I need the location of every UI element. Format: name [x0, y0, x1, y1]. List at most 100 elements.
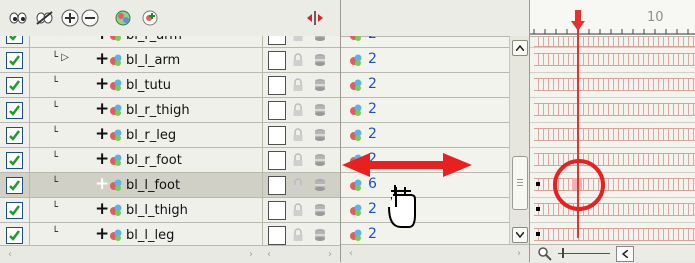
frame-cells[interactable]	[534, 128, 695, 141]
scroll-left-icon[interactable]	[616, 246, 634, 262]
layer-color-swatch[interactable]	[268, 51, 286, 70]
layer-row[interactable]: └ + bl_tutu	[0, 73, 340, 98]
timeline-row[interactable]	[530, 48, 695, 73]
zoom-icon[interactable]	[538, 247, 552, 261]
timeline-row[interactable]	[530, 36, 695, 48]
add-layer-icon[interactable]	[60, 9, 80, 27]
expand-plus-icon[interactable]: +	[95, 224, 109, 244]
drawing-column-cell[interactable]: 2	[341, 48, 510, 73]
lock-icon[interactable]	[292, 36, 304, 45]
layer-color-swatch[interactable]	[268, 201, 286, 220]
zoom-slider-handle[interactable]	[562, 248, 564, 258]
layer-enable-checkbox[interactable]	[6, 77, 23, 94]
zoom-slider[interactable]	[558, 253, 610, 254]
layer-color-swatch[interactable]	[268, 36, 286, 45]
database-icon[interactable]	[314, 228, 326, 245]
peg-icon[interactable]	[113, 9, 133, 27]
layer-row[interactable]: └ + bl_l_leg	[0, 223, 340, 245]
database-icon[interactable]	[314, 128, 326, 145]
collapse-columns-icon[interactable]	[305, 9, 325, 27]
drawing-number[interactable]: 2	[368, 51, 377, 67]
drawing-number[interactable]: 2	[368, 101, 377, 117]
layer-color-swatch[interactable]	[268, 176, 286, 195]
database-icon[interactable]	[314, 203, 326, 220]
layer-color-swatch[interactable]	[268, 151, 286, 170]
drawing-number[interactable]: 2	[368, 36, 377, 42]
keyframe-marker[interactable]	[536, 182, 540, 186]
show-all-icon[interactable]	[8, 9, 28, 27]
lock-icon[interactable]	[292, 228, 304, 245]
database-icon[interactable]	[314, 153, 326, 170]
drawing-number[interactable]: 2	[368, 76, 377, 92]
layer-enable-checkbox[interactable]	[6, 177, 23, 194]
layer-row[interactable]: └ + bl_r_foot	[0, 148, 340, 173]
layer-color-swatch[interactable]	[268, 76, 286, 95]
scroll-right-icon[interactable]: ›	[512, 246, 526, 260]
timeline-row[interactable]	[530, 123, 695, 148]
scroll-up-icon[interactable]	[512, 40, 528, 56]
frame-cells[interactable]	[534, 53, 695, 66]
hide-all-icon[interactable]	[34, 9, 54, 27]
frame-ruler[interactable]: 10	[530, 0, 695, 37]
layer-row[interactable]: └ + bl_r_thigh	[0, 98, 340, 123]
layer-row[interactable]: └ + bl_l_foot	[0, 173, 340, 198]
lock-icon[interactable]	[292, 153, 304, 170]
lock-icon[interactable]	[292, 128, 304, 145]
database-icon[interactable]	[314, 36, 326, 45]
frame-cells[interactable]	[534, 103, 695, 116]
timeline-row[interactable]	[530, 73, 695, 98]
horizontal-scrollbar[interactable]: ‹ ›	[341, 244, 529, 262]
lock-icon[interactable]	[292, 203, 304, 220]
drawing-column-cell[interactable]: 2	[341, 98, 510, 123]
frame-cells[interactable]	[534, 78, 695, 91]
layer-enable-checkbox[interactable]	[6, 202, 23, 219]
layer-enable-checkbox[interactable]	[6, 102, 23, 119]
database-icon[interactable]	[314, 103, 326, 120]
expand-plus-icon[interactable]: +	[95, 36, 109, 44]
scroll-right-icon[interactable]: ›	[244, 247, 258, 261]
lock-icon[interactable]	[292, 178, 304, 195]
drawing-column-cell[interactable]: 2	[341, 198, 510, 223]
expand-plus-icon[interactable]: +	[95, 74, 109, 94]
layer-row[interactable]: └ + bl_l_thigh	[0, 198, 340, 223]
scroll-left-icon[interactable]: ‹	[3, 247, 17, 261]
timeline-row[interactable]	[530, 98, 695, 123]
layer-color-swatch[interactable]	[268, 101, 286, 120]
layer-row[interactable]: └ + bl_r_leg	[0, 123, 340, 148]
database-icon[interactable]	[314, 78, 326, 95]
layer-enable-checkbox[interactable]	[6, 127, 23, 144]
database-icon[interactable]	[314, 178, 326, 195]
vertical-scrollbar[interactable]	[509, 36, 529, 245]
expand-plus-icon[interactable]: +	[95, 149, 109, 169]
scrollbar-thumb[interactable]	[512, 156, 528, 210]
database-icon[interactable]	[314, 53, 326, 70]
layer-color-swatch[interactable]	[268, 226, 286, 245]
expand-plus-icon[interactable]: +	[95, 199, 109, 219]
layer-enable-checkbox[interactable]	[6, 52, 23, 69]
expand-plus-icon[interactable]: +	[95, 49, 109, 69]
expand-plus-icon[interactable]: +	[95, 174, 109, 194]
remove-layer-icon[interactable]	[80, 9, 100, 27]
lock-icon[interactable]	[292, 53, 304, 70]
lock-icon[interactable]	[292, 78, 304, 95]
layer-row[interactable]: └ ▷ + bl_r_arm	[0, 36, 340, 48]
keyframe-marker[interactable]	[536, 232, 540, 236]
drawing-column-cell[interactable]: 2	[341, 73, 510, 98]
expand-plus-icon[interactable]: +	[95, 99, 109, 119]
layer-enable-checkbox[interactable]	[6, 36, 23, 44]
layer-enable-checkbox[interactable]	[6, 227, 23, 244]
scroll-right-icon[interactable]: ›	[323, 247, 337, 261]
scroll-left-icon[interactable]: ‹	[262, 247, 276, 261]
keyframe-marker[interactable]	[536, 207, 540, 211]
frame-cells[interactable]	[534, 36, 695, 47]
scroll-left-icon[interactable]: ‹	[344, 246, 358, 260]
lock-icon[interactable]	[292, 103, 304, 120]
zoom-bar[interactable]	[530, 244, 695, 262]
frame-cells[interactable]	[534, 228, 695, 241]
add-drawing-layer-icon[interactable]	[140, 9, 160, 27]
layer-row[interactable]: └ ▷ + bl_l_arm	[0, 48, 340, 73]
drawing-number[interactable]: 2	[368, 126, 377, 142]
layer-enable-checkbox[interactable]	[6, 152, 23, 169]
horizontal-scrollbar[interactable]: ‹ › ‹ ›	[0, 245, 340, 263]
playhead-handle-icon[interactable]	[571, 10, 585, 32]
